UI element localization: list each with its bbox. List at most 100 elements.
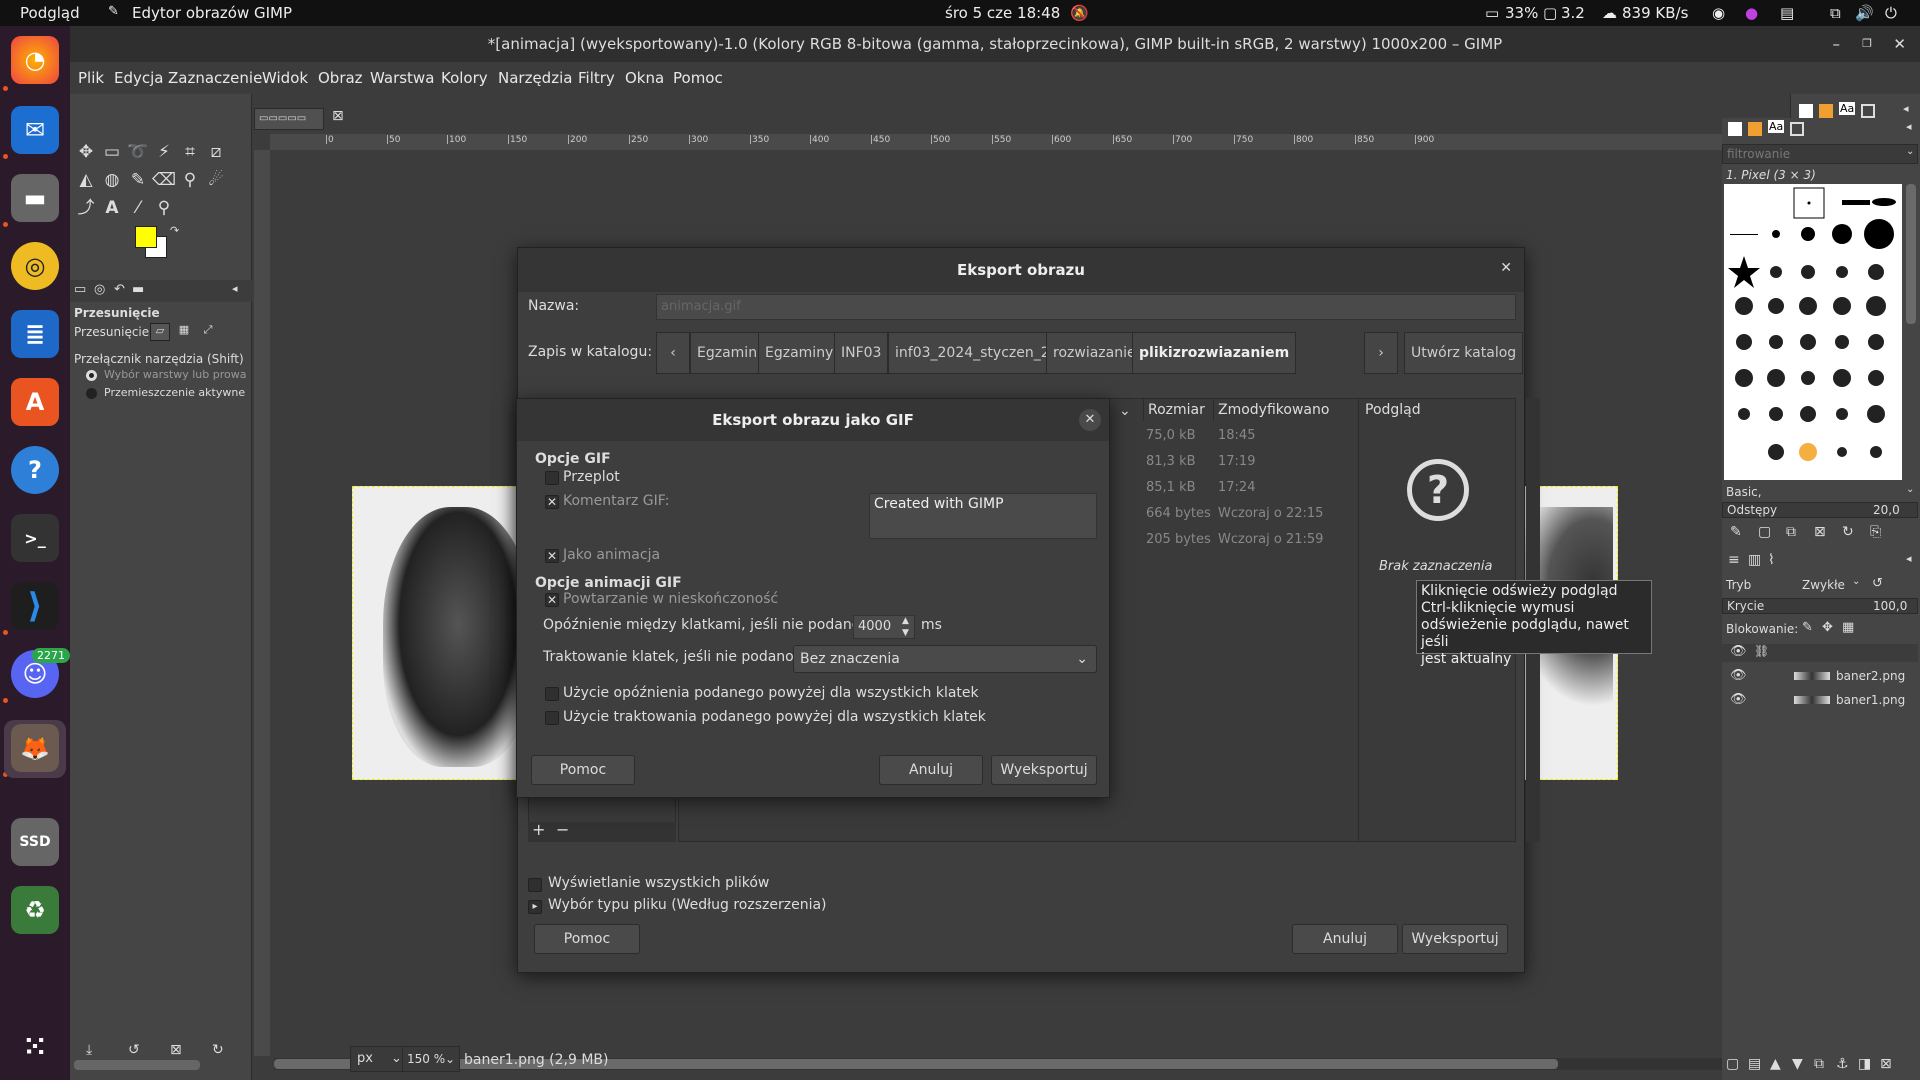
paths-tab-icon[interactable]: ⌇	[1768, 552, 1775, 568]
gif-comment-textarea[interactable]: Created with GIMP	[869, 493, 1097, 539]
question-icon[interactable]: ?	[1407, 459, 1469, 521]
volume-icon[interactable]: 🔊	[1855, 4, 1874, 22]
gif-comment-checkbox[interactable]: ✕	[545, 495, 559, 509]
move-selection-icon[interactable]: ▦	[174, 323, 194, 341]
gimp-icon[interactable]: 🦊	[11, 724, 59, 772]
brushes-tab-icon[interactable]	[1799, 104, 1813, 118]
duplicate-layer-icon[interactable]: ⧉	[1814, 1056, 1824, 1072]
gif-cancel-button[interactable]: Anuluj	[879, 755, 983, 785]
export-confirm-button[interactable]: Wyeksportuj	[1402, 924, 1508, 954]
menu-filtry[interactable]: Filtry	[578, 69, 615, 87]
terminal-icon[interactable]: >_	[11, 514, 59, 562]
breadcrumb-item-current[interactable]: plikizrozwiazaniem	[1132, 332, 1297, 374]
add-bookmark-icon[interactable]: +	[532, 820, 545, 839]
paths-icon[interactable]: ⤴	[74, 196, 98, 220]
new-group-icon[interactable]: ▤	[1748, 1056, 1761, 1072]
zoom-select[interactable]: 150 % ⌄	[402, 1046, 460, 1072]
col-modified-header[interactable]: Zmodyfikowano	[1213, 399, 1329, 421]
menu-okna[interactable]: Okna	[625, 69, 664, 87]
delete-layer-icon[interactable]: ⊠	[1880, 1056, 1892, 1072]
swap-colors-icon[interactable]: ↷	[170, 224, 179, 237]
foreground-color-swatch[interactable]	[135, 226, 157, 248]
opacity-slider[interactable]: Krycie 100,0	[1722, 598, 1918, 614]
interlace-checkbox[interactable]	[545, 471, 559, 485]
writer-icon[interactable]: ≣	[11, 310, 59, 358]
notifications-off-icon[interactable]: 🔕	[1070, 4, 1089, 22]
mask-icon[interactable]: ◨	[1858, 1056, 1871, 1072]
clock[interactable]: śro 5 cze 18:48	[945, 4, 1060, 22]
raise-layer-icon[interactable]: ▲	[1770, 1056, 1781, 1072]
device-status-tab-icon[interactable]: ◎	[94, 282, 105, 297]
maximize-icon[interactable]: ❐	[1862, 26, 1872, 62]
visibility-eye-icon[interactable]: 👁	[1730, 668, 1747, 683]
menu-edycja[interactable]: Edycja	[114, 69, 163, 87]
brush-preset[interactable]: Basic,	[1726, 485, 1762, 499]
chevron-down-icon[interactable]: ⌄	[1119, 403, 1131, 419]
eraser-icon[interactable]: ⌫	[152, 168, 176, 192]
export-help-button[interactable]: Pomoc	[534, 924, 640, 954]
duplicate-brush-icon[interactable]: ⧉	[1786, 524, 1796, 540]
breadcrumb-item[interactable]: INF03	[834, 332, 889, 374]
menu-narzedzia[interactable]: Narzędzia	[498, 69, 572, 87]
breadcrumb-item[interactable]: Egzaminy	[758, 332, 841, 374]
menu-kolory[interactable]: Kolory	[441, 69, 488, 87]
reset-options-icon[interactable]: ↻	[212, 1042, 224, 1058]
close-icon[interactable]: ✕	[1893, 26, 1906, 62]
brush-scrollbar[interactable]	[1906, 184, 1916, 324]
fonts-tab-icon[interactable]: Aa	[1768, 120, 1785, 133]
breadcrumb-item[interactable]: inf03_2024_styczen_2	[888, 332, 1057, 374]
filename-input[interactable]: animacja.gif	[656, 294, 1516, 320]
panel-menu-icon[interactable]: ◂	[1903, 102, 1909, 115]
thunderbird-icon[interactable]: ✉	[11, 106, 59, 154]
menu-pomoc[interactable]: Pomoc	[673, 69, 723, 87]
app-center-icon[interactable]: A	[11, 378, 59, 426]
open-brush-icon[interactable]: ⎘	[1870, 524, 1881, 540]
undo-history-tab-icon[interactable]: ↶	[114, 282, 125, 297]
transform-icon[interactable]: ⧄	[204, 140, 228, 164]
file-type-expander[interactable]: ▸	[528, 900, 542, 914]
text-tool-icon[interactable]: A	[100, 196, 124, 220]
create-folder-button[interactable]: Utwórz katalog	[1404, 332, 1524, 374]
zoom-tool-icon[interactable]: ⚲	[152, 196, 176, 220]
export-cancel-button[interactable]: Anuluj	[1292, 924, 1398, 954]
delete-brush-icon[interactable]: ⊠	[1814, 524, 1826, 540]
new-layer-icon[interactable]: ▢	[1726, 1056, 1739, 1072]
app-menu[interactable]: Edytor obrazów GIMP	[132, 4, 292, 22]
firefox-icon[interactable]: ◔	[11, 36, 59, 84]
menu-zaznaczenie[interactable]: Zaznaczenie	[168, 69, 262, 87]
bucket-icon[interactable]: ◍	[100, 168, 124, 192]
tray-icon[interactable]: ▤	[1780, 4, 1794, 22]
dock-menu-icon[interactable]: ◂	[1906, 120, 1912, 133]
show-all-files-checkbox[interactable]	[528, 878, 542, 892]
dock-menu-icon[interactable]: ◂	[1906, 552, 1912, 565]
tray-app-icon[interactable]: ●	[1745, 4, 1758, 22]
chevron-down-icon[interactable]: ⌄	[1852, 576, 1860, 587]
delay-input[interactable]: 4000 ▲ ▼	[853, 615, 915, 639]
breadcrumb-item[interactable]: Egzamin	[690, 332, 765, 374]
clone-icon[interactable]: ⚲	[178, 168, 202, 192]
fonts-tab-icon[interactable]: Aa	[1839, 102, 1856, 115]
menu-obraz[interactable]: Obraz	[318, 69, 363, 87]
lock-position-icon[interactable]: ✥	[1822, 620, 1833, 635]
tool-options-tab-icon[interactable]: ▭	[74, 282, 86, 297]
lower-layer-icon[interactable]: ▼	[1792, 1056, 1803, 1072]
breadcrumb-item[interactable]: rozwiazanie	[1046, 332, 1143, 374]
edit-brush-icon[interactable]: ✎	[1730, 524, 1742, 540]
history-tab-icon[interactable]	[1790, 122, 1804, 136]
chevron-down-icon[interactable]: ⌄	[1906, 484, 1914, 495]
anchor-icon[interactable]: ⚓	[1836, 1056, 1849, 1072]
warp-icon[interactable]: ◭	[74, 168, 98, 192]
radio-pick-layer[interactable]	[86, 370, 97, 381]
lock-pixels-icon[interactable]: ✎	[1802, 620, 1813, 635]
use-delay-checkbox[interactable]	[545, 687, 559, 701]
close-icon[interactable]: ✕	[1500, 260, 1512, 276]
delete-options-icon[interactable]: ⊠	[170, 1042, 182, 1058]
disposal-select[interactable]: Bez znaczenia ⌄	[793, 645, 1097, 673]
lock-alpha-icon[interactable]: ▦	[1842, 620, 1854, 635]
use-disposal-checkbox[interactable]	[545, 711, 559, 725]
breadcrumb-back-icon[interactable]: ‹	[656, 332, 690, 374]
spin-down-icon[interactable]: ▼	[902, 622, 909, 644]
radio-move-active[interactable]	[86, 388, 97, 399]
mode-switch-icon[interactable]: ↺	[1872, 576, 1883, 591]
layer-mode-select[interactable]: Zwykłe	[1802, 578, 1845, 592]
